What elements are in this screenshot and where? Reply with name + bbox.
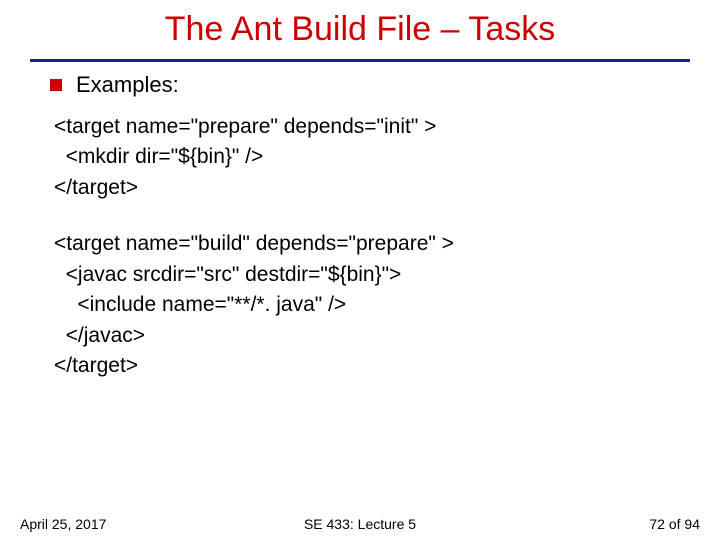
slide: The Ant Build File – Tasks Examples: <ta… [0,0,720,540]
footer-page: 72 of 94 [649,516,700,532]
footer-course: SE 433: Lecture 5 [0,516,720,532]
bullet-label: Examples: [76,72,179,98]
code-block-1: <target name="prepare" depends="init" > … [54,112,690,203]
bullet-icon [50,79,62,91]
slide-title: The Ant Build File – Tasks [0,0,720,55]
bullet-item: Examples: [50,72,690,98]
code-block-2: <target name="build" depends="prepare" >… [54,229,690,381]
slide-body: Examples: <target name="prepare" depends… [0,72,720,382]
title-divider [30,59,690,62]
